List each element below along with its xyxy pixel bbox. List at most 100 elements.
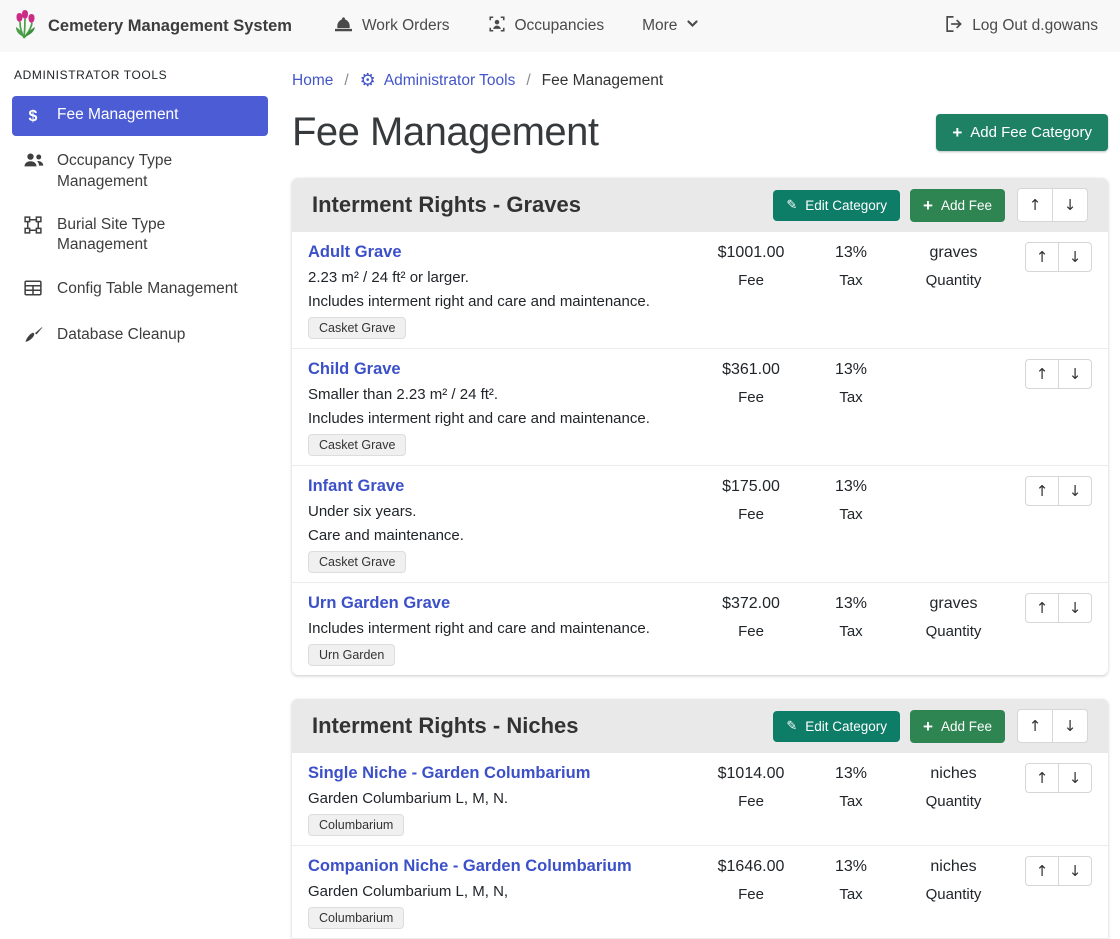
add-fee-category-button[interactable]: + Add Fee Category (936, 114, 1108, 151)
edit-category-button[interactable]: ✎ Edit Category (773, 711, 900, 742)
nav-work-orders[interactable]: Work Orders (334, 15, 450, 37)
fee-reorder-group: ↑ ↓ (1025, 476, 1092, 506)
pencil-icon: ✎ (786, 720, 797, 733)
category-title: Interment Rights - Niches (312, 713, 763, 739)
move-down-button[interactable]: ↓ (1058, 359, 1092, 389)
add-fee-button[interactable]: + Add Fee (910, 189, 1005, 222)
fee-category-card-niches: Interment Rights - Niches ✎ Edit Categor… (292, 699, 1108, 939)
tax-value: 13% (835, 764, 867, 784)
fee-type-badge: Casket Grave (308, 434, 406, 456)
sidebar-heading: ADMINISTRATOR TOOLS (14, 68, 266, 82)
fee-name-link[interactable]: Single Niche - Garden Columbarium (308, 763, 688, 784)
fee-row-single-niche: Single Niche - Garden Columbarium Garden… (292, 753, 1108, 845)
fee-name-link[interactable]: Child Grave (308, 359, 688, 380)
move-up-button[interactable]: ↑ (1017, 709, 1053, 743)
sidebar: ADMINISTRATOR TOOLS $ Fee Management Occ… (0, 52, 280, 939)
breadcrumb: Home / ⚙ Administrator Tools / Fee Manag… (292, 72, 1108, 90)
move-down-button[interactable]: ↓ (1058, 476, 1092, 506)
table-icon (22, 280, 44, 302)
sidebar-item-config-table[interactable]: Config Table Management (12, 271, 268, 310)
fee-reorder-group: ↑ ↓ (1025, 593, 1092, 623)
app-brand: Cemetery Management System (12, 9, 292, 44)
fee-name-link[interactable]: Companion Niche - Garden Columbarium (308, 856, 688, 877)
fee-reorder-group: ↑ ↓ (1025, 763, 1092, 793)
plus-icon: + (923, 718, 933, 735)
fee-row-adult-grave: Adult Grave 2.23 m² / 24 ft² or larger. … (292, 232, 1108, 348)
sidebar-item-occupancy-type[interactable]: Occupancy Type Management (12, 143, 268, 200)
category-header: Interment Rights - Graves ✎ Edit Categor… (292, 178, 1108, 232)
plus-icon: + (952, 124, 962, 141)
move-up-button[interactable]: ↑ (1025, 593, 1059, 623)
nav-more[interactable]: More (642, 17, 699, 35)
move-down-button[interactable]: ↓ (1052, 188, 1088, 222)
quantity-value: niches (930, 764, 976, 784)
fee-amount: $372.00 (722, 594, 780, 614)
fee-row-companion-niche: Companion Niche - Garden Columbarium Gar… (292, 845, 1108, 938)
fee-type-badge: Columbarium (308, 814, 404, 836)
move-up-button[interactable]: ↑ (1025, 476, 1059, 506)
page-title: Fee Management (292, 108, 599, 156)
gear-icon: ⚙ (360, 72, 376, 90)
fee-row-infant-grave: Infant Grave Under six years. Care and m… (292, 465, 1108, 582)
sidebar-item-burial-site-type[interactable]: Burial Site Type Management (12, 207, 268, 264)
breadcrumb-home[interactable]: Home (292, 72, 333, 90)
category-reorder-group: ↑ ↓ (1017, 188, 1088, 222)
tax-value: 13% (835, 477, 867, 497)
move-up-button[interactable]: ↑ (1025, 763, 1059, 793)
edit-category-button[interactable]: ✎ Edit Category (773, 190, 900, 221)
move-up-button[interactable]: ↑ (1025, 856, 1059, 886)
sidebar-item-database-cleanup[interactable]: Database Cleanup (12, 317, 268, 357)
quantity-value: graves (929, 594, 977, 614)
main-nav: Work Orders Occupancies More (334, 15, 700, 38)
fee-reorder-group: ↑ ↓ (1025, 359, 1092, 389)
fee-name-link[interactable]: Urn Garden Grave (308, 593, 688, 614)
fee-amount: $175.00 (722, 477, 780, 497)
fee-amount: $1646.00 (718, 857, 785, 877)
category-reorder-group: ↑ ↓ (1017, 709, 1088, 743)
move-up-button[interactable]: ↑ (1025, 359, 1059, 389)
fee-amount: $361.00 (722, 360, 780, 380)
fee-reorder-group: ↑ ↓ (1025, 242, 1092, 272)
tax-value: 13% (835, 857, 867, 877)
move-down-button[interactable]: ↓ (1058, 242, 1092, 272)
chevron-down-icon (686, 17, 699, 35)
fee-type-badge: Columbarium (308, 907, 404, 929)
fee-amount: $1014.00 (718, 764, 785, 784)
quantity-value: graves (929, 243, 977, 263)
top-navbar: Cemetery Management System Work Orders O… (0, 0, 1120, 52)
fee-row-child-grave: Child Grave Smaller than 2.23 m² / 24 ft… (292, 348, 1108, 465)
nav-occupancies[interactable]: Occupancies (488, 15, 605, 38)
sign-out-icon (944, 15, 963, 38)
app-title: Cemetery Management System (48, 17, 292, 36)
hard-hat-icon (334, 15, 353, 37)
tax-value: 13% (835, 360, 867, 380)
move-down-button[interactable]: ↓ (1052, 709, 1088, 743)
breadcrumb-current: Fee Management (542, 72, 664, 90)
quantity-value: niches (930, 857, 976, 877)
fee-name-link[interactable]: Infant Grave (308, 476, 688, 497)
fee-category-card-graves: Interment Rights - Graves ✎ Edit Categor… (292, 178, 1108, 675)
move-down-button[interactable]: ↓ (1058, 593, 1092, 623)
tax-value: 13% (835, 243, 867, 263)
add-fee-button[interactable]: + Add Fee (910, 710, 1005, 743)
logout-link[interactable]: Log Out d.gowans (944, 15, 1098, 38)
plus-icon: + (923, 197, 933, 214)
fee-type-badge: Casket Grave (308, 551, 406, 573)
breadcrumb-admin-tools[interactable]: ⚙ Administrator Tools (360, 72, 516, 90)
fee-row-urn-garden-grave: Urn Garden Grave Includes interment righ… (292, 582, 1108, 675)
fee-name-link[interactable]: Adult Grave (308, 242, 688, 263)
move-down-button[interactable]: ↓ (1058, 856, 1092, 886)
category-header: Interment Rights - Niches ✎ Edit Categor… (292, 699, 1108, 753)
fee-reorder-group: ↑ ↓ (1025, 856, 1092, 886)
pencil-icon: ✎ (786, 199, 797, 212)
vector-square-icon (22, 216, 44, 240)
tulip-logo-icon (12, 9, 38, 44)
occupancy-frame-icon (488, 15, 506, 38)
fee-type-badge: Casket Grave (308, 317, 406, 339)
move-up-button[interactable]: ↑ (1017, 188, 1053, 222)
move-up-button[interactable]: ↑ (1025, 242, 1059, 272)
move-down-button[interactable]: ↓ (1058, 763, 1092, 793)
main-content: Home / ⚙ Administrator Tools / Fee Manag… (280, 52, 1120, 939)
dollar-icon: $ (22, 106, 44, 127)
sidebar-item-fee-management[interactable]: $ Fee Management (12, 96, 268, 136)
